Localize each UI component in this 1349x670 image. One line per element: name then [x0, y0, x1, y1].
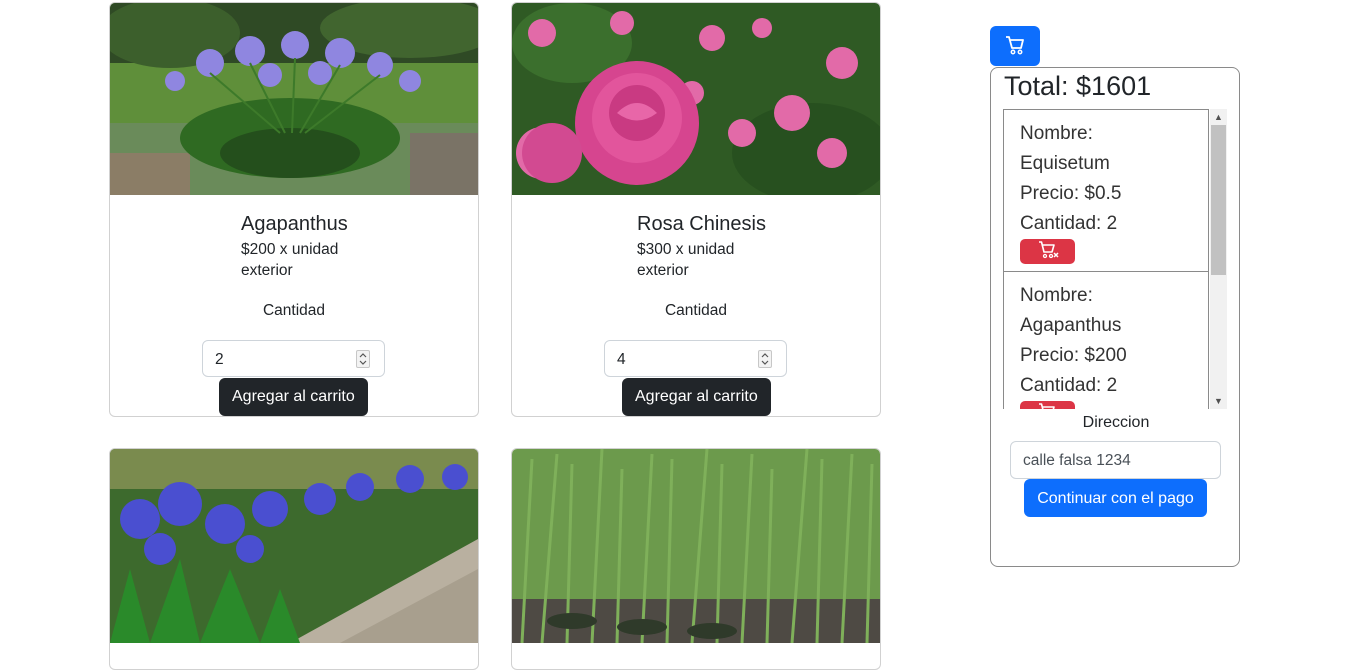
cart-scrollbar[interactable]: ▲ ▼ — [1210, 109, 1227, 409]
product-name: Agapanthus — [241, 213, 348, 235]
add-to-cart-button[interactable]: Agregar al carrito — [219, 378, 368, 416]
continue-payment-button[interactable]: Continuar con el pago — [1024, 479, 1207, 517]
scrollbar-thumb[interactable] — [1211, 125, 1226, 275]
scroll-up-arrow[interactable]: ▲ — [1210, 109, 1227, 125]
product-category: exterior — [241, 262, 293, 279]
cart-item-price: Precio: $0.5 — [1020, 183, 1122, 204]
remove-from-cart-button[interactable] — [1020, 401, 1075, 409]
quantity-value: 2 — [215, 351, 224, 368]
cart-item-name: Equisetum — [1020, 153, 1110, 174]
remove-from-cart-button[interactable] — [1020, 239, 1075, 264]
product-image — [110, 449, 478, 643]
quantity-label: Cantidad — [262, 302, 326, 319]
cart-item-name-label: Nombre: — [1020, 123, 1093, 144]
address-label: Direccion — [1082, 414, 1150, 431]
cart-item-name-label: Nombre: — [1020, 285, 1093, 306]
product-price: $300 x unidad — [637, 241, 735, 258]
quantity-spinner[interactable] — [758, 350, 772, 368]
product-image-agapanthus — [110, 3, 478, 195]
address-input[interactable]: calle falsa 1234 — [1010, 441, 1221, 479]
cart-item-price: Precio: $200 — [1020, 345, 1127, 366]
product-card: Agapanthus $200 x unidad exterior Cantid… — [109, 2, 479, 417]
product-price: $200 x unidad — [241, 241, 339, 258]
quantity-label: Cantidad — [664, 302, 728, 319]
product-category: exterior — [637, 262, 689, 279]
quantity-input[interactable]: 2 — [202, 340, 385, 377]
add-to-cart-button[interactable]: Agregar al carrito — [622, 378, 771, 416]
address-value: calle falsa 1234 — [1023, 452, 1131, 469]
scroll-down-arrow[interactable]: ▼ — [1210, 393, 1227, 409]
product-name: Rosa Chinesis — [637, 213, 766, 235]
cart-item-name: Agapanthus — [1020, 315, 1122, 336]
quantity-spinner[interactable] — [356, 350, 370, 368]
product-image — [512, 449, 880, 643]
product-image-rosa-chinesis — [512, 3, 880, 195]
shopping-cart-icon — [1004, 35, 1026, 59]
cart-item: Nombre: Equisetum Precio: $0.5 Cantidad:… — [1003, 109, 1209, 272]
cart-item-quantity: Cantidad: 2 — [1020, 213, 1118, 234]
cart-toggle-button[interactable] — [990, 26, 1040, 66]
quantity-input[interactable]: 4 — [604, 340, 787, 377]
cart-x-icon — [1037, 241, 1059, 263]
cart-items-list[interactable]: Nombre: Equisetum Precio: $0.5 Cantidad:… — [1003, 109, 1228, 409]
cart-item-quantity: Cantidad: 2 — [1020, 375, 1118, 396]
product-card: Rosa Chinesis $300 x unidad exterior Can… — [511, 2, 881, 417]
cart-item: Nombre: Agapanthus Precio: $200 Cantidad… — [1003, 271, 1209, 409]
quantity-value: 4 — [617, 351, 626, 368]
cart-panel: Total: $1601 Nombre: Equisetum Precio: $… — [990, 67, 1240, 567]
product-card — [511, 448, 881, 670]
product-card — [109, 448, 479, 670]
cart-total: Total: $1601 — [1004, 71, 1152, 101]
